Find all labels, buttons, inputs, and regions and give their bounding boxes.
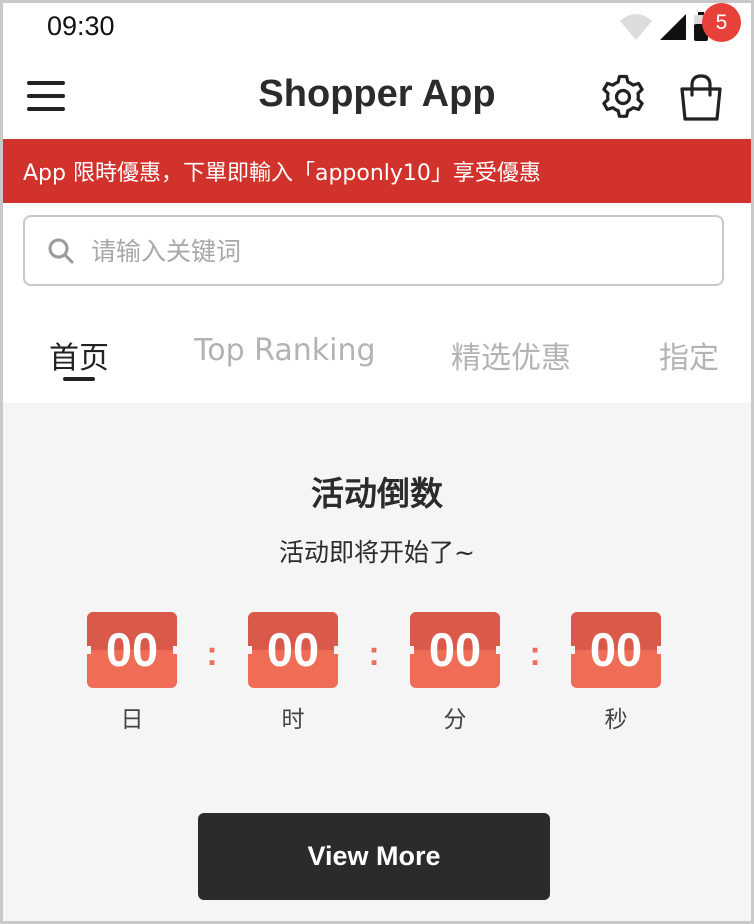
countdown-section: 活动倒数 活动即将开始了~ 00 日 : 00 时 : 00 分 : 00 秒 …	[3, 403, 751, 921]
search-icon	[48, 238, 74, 264]
timer-minutes-value: 00	[428, 623, 482, 676]
timer-days-label: 日	[120, 707, 144, 733]
cart-count-badge: 5	[702, 3, 741, 42]
countdown-title: 活动倒数	[311, 474, 443, 513]
timer-seconds-value: 00	[589, 623, 643, 676]
status-time: 09:30	[47, 11, 115, 41]
promo-text: App 限時優惠，下單即輸入「apponly10」享受優惠	[23, 161, 541, 186]
settings-button[interactable]	[599, 73, 647, 121]
status-bar: 09:30	[3, 3, 751, 51]
timer-minutes: 00	[410, 612, 500, 688]
search-box[interactable]	[23, 215, 724, 286]
timer-seconds: 00	[571, 612, 661, 688]
timer-hours: 00	[248, 612, 338, 688]
phone-frame: 09:30 Shopper App 5 App 限時優惠，下單即輸入「appon…	[0, 0, 754, 924]
gear-icon	[602, 74, 644, 118]
shopping-bag-icon	[680, 74, 722, 121]
timer-separator: :	[368, 635, 380, 673]
wifi-icon	[620, 14, 652, 40]
countdown-subtitle: 活动即将开始了~	[279, 538, 475, 567]
tab-top-ranking[interactable]: Top Ranking	[194, 333, 376, 368]
active-tab-indicator	[63, 377, 95, 381]
timer-seconds-label: 秒	[604, 707, 628, 733]
timer-days-value: 00	[105, 623, 159, 676]
status-icons	[619, 12, 709, 42]
timer-days: 00	[87, 612, 177, 688]
tab-designated[interactable]: 指定	[659, 333, 719, 377]
view-more-button[interactable]: View More	[198, 813, 550, 900]
promo-banner: App 限時優惠，下單即輸入「apponly10」享受優惠	[3, 139, 751, 203]
timer-hours-value: 00	[266, 623, 320, 676]
timer-separator: :	[529, 635, 541, 673]
tab-home[interactable]: 首页	[49, 333, 109, 377]
category-tabs: 首页 Top Ranking 精选优惠 指定	[3, 303, 751, 403]
timer-minutes-label: 分	[443, 707, 467, 733]
search-input[interactable]	[91, 229, 691, 273]
timer-separator: :	[206, 635, 218, 673]
app-header: Shopper App	[3, 51, 751, 139]
cart-button[interactable]	[675, 71, 727, 123]
cellular-signal-icon	[660, 14, 686, 40]
timer-hours-label: 时	[281, 707, 305, 733]
tab-featured-deals[interactable]: 精选优惠	[451, 333, 571, 377]
